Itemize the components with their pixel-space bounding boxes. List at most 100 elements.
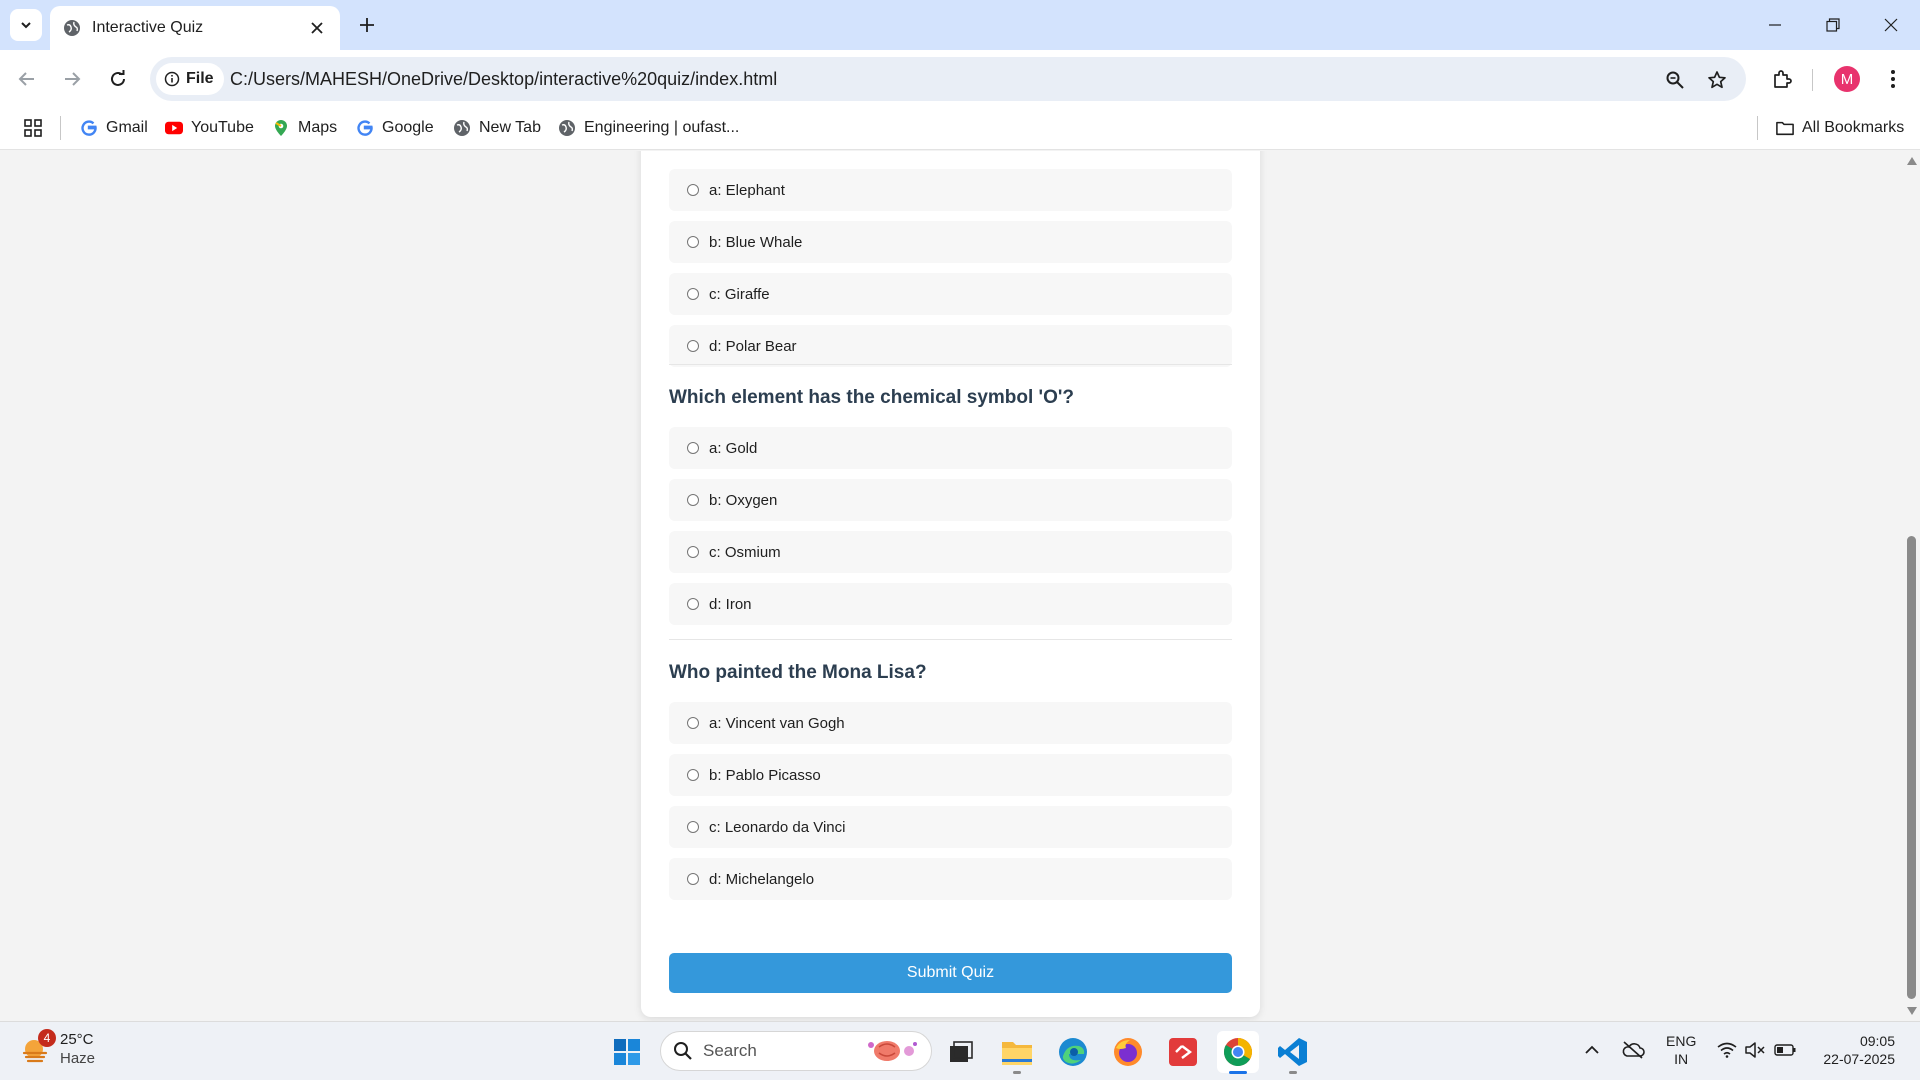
radio-button[interactable] [687, 769, 699, 781]
answer-option[interactable]: c: Osmium [669, 531, 1232, 573]
extensions-button[interactable] [1765, 62, 1799, 96]
taskbar-app-chrome[interactable] [1217, 1031, 1259, 1074]
reload-button[interactable] [101, 62, 135, 96]
page-scrollbar[interactable] [1903, 151, 1920, 1021]
answer-option[interactable]: d: Polar Bear [669, 325, 1232, 367]
url-text[interactable]: C:/Users/MAHESH/OneDrive/Desktop/interac… [230, 57, 777, 101]
taskbar-search[interactable]: Search [660, 1031, 932, 1071]
weather-widget[interactable]: 4 25°C Haze [20, 1029, 96, 1068]
weather-temperature: 25°C [60, 1031, 94, 1048]
close-tab-icon[interactable] [306, 17, 328, 39]
radio-button[interactable] [687, 340, 699, 352]
volume-muted-icon [1745, 1042, 1765, 1058]
start-button[interactable] [610, 1035, 644, 1069]
radio-button[interactable] [687, 184, 699, 196]
zoom-button[interactable] [1660, 65, 1690, 95]
search-highlight-icon [868, 1041, 917, 1061]
taskbar-app-file-explorer[interactable] [996, 1031, 1038, 1074]
radio-button[interactable] [687, 598, 699, 610]
bookmarks-divider [1757, 116, 1758, 140]
system-clock[interactable]: 09:05 22-07-2025 [1815, 1032, 1895, 1068]
option-label: c: Giraffe [709, 285, 770, 303]
bookmark-maps[interactable]: Maps [272, 113, 337, 143]
arrow-left-icon [18, 72, 34, 86]
bookmark-google[interactable]: Google [356, 113, 434, 143]
language-indicator[interactable]: ENG IN [1666, 1032, 1696, 1068]
wifi-status[interactable] [1716, 1039, 1738, 1061]
question-divider [669, 364, 1232, 365]
kebab-menu-icon [1891, 70, 1895, 88]
radio-button[interactable] [687, 821, 699, 833]
forward-button[interactable] [55, 62, 89, 96]
taskbar-app-edge[interactable] [1052, 1031, 1094, 1073]
restore-button[interactable] [1804, 0, 1862, 50]
bookmark-star-button[interactable] [1702, 65, 1732, 95]
site-info-chip[interactable]: File [156, 63, 224, 95]
bookmark-new-tab[interactable]: New Tab [453, 113, 541, 143]
tab-search-button[interactable] [10, 9, 42, 41]
radio-button[interactable] [687, 717, 699, 729]
question-text: Who painted the Mona Lisa? [669, 662, 927, 683]
wifi-icon [1717, 1042, 1737, 1058]
answer-option[interactable]: a: Elephant [669, 169, 1232, 211]
apps-button[interactable] [20, 115, 46, 141]
bookmark-gmail[interactable]: Gmail [80, 113, 148, 143]
battery-status[interactable] [1773, 1039, 1797, 1061]
taskbar-app-firefox[interactable] [1107, 1031, 1149, 1073]
new-tab-button[interactable] [352, 10, 382, 40]
language-region: IN [1674, 1051, 1689, 1067]
scroll-down-arrow-icon[interactable] [1907, 1007, 1917, 1015]
radio-button[interactable] [687, 494, 699, 506]
profile-avatar[interactable]: M [1834, 66, 1860, 92]
submit-quiz-button[interactable]: Submit Quiz [669, 953, 1232, 993]
all-bookmarks-button[interactable]: All Bookmarks [1776, 113, 1904, 143]
option-label: d: Michelangelo [709, 870, 815, 888]
answer-option[interactable]: c: Giraffe [669, 273, 1232, 315]
plus-icon [360, 18, 374, 32]
answer-option[interactable]: a: Vincent van Gogh [669, 702, 1232, 744]
taskbar-app-vscode[interactable] [1272, 1031, 1314, 1074]
address-bar[interactable]: File C:/Users/MAHESH/OneDrive/Desktop/in… [150, 57, 1746, 101]
bookmark-youtube[interactable]: YouTube [165, 113, 254, 143]
scroll-up-arrow-icon[interactable] [1907, 157, 1917, 165]
back-button[interactable] [10, 62, 44, 96]
answer-option[interactable]: b: Oxygen [669, 479, 1232, 521]
browser-tab[interactable]: Interactive Quiz [50, 6, 340, 50]
bookmark-label: New Tab [479, 119, 541, 136]
minimize-button[interactable] [1746, 0, 1804, 50]
answer-option[interactable]: b: Blue Whale [669, 221, 1232, 263]
reload-icon [111, 70, 125, 86]
tab-strip: Interactive Quiz [0, 0, 1920, 50]
answer-option[interactable]: a: Gold [669, 427, 1232, 469]
arrow-right-icon [65, 72, 81, 86]
google-icon [80, 119, 98, 137]
answer-option[interactable]: d: Michelangelo [669, 858, 1232, 900]
close-window-button[interactable] [1862, 0, 1920, 50]
weather-condition: Haze [60, 1050, 96, 1067]
radio-button[interactable] [687, 288, 699, 300]
minimize-icon [1769, 24, 1781, 26]
radio-button[interactable] [687, 873, 699, 885]
bookmarks-divider [60, 116, 61, 140]
cloud-offline-icon [1622, 1041, 1645, 1059]
bookmark-engineering[interactable]: Engineering | oufast... [558, 113, 739, 143]
tray-overflow-button[interactable] [1582, 1040, 1602, 1060]
scrollbar-thumb[interactable] [1907, 536, 1916, 999]
menu-button[interactable] [1876, 62, 1910, 96]
answer-option[interactable]: c: Leonardo da Vinci [669, 806, 1232, 848]
vscode-icon [1278, 1038, 1307, 1066]
volume-status[interactable] [1744, 1039, 1766, 1061]
windows-logo-icon [614, 1039, 640, 1065]
onedrive-status[interactable] [1620, 1038, 1646, 1062]
taskbar-app-git[interactable] [1162, 1031, 1204, 1073]
radio-button[interactable] [687, 442, 699, 454]
answer-option[interactable]: d: Iron [669, 583, 1232, 625]
taskbar-app-taskview[interactable] [940, 1031, 982, 1073]
option-label: a: Gold [709, 439, 758, 457]
youtube-icon [165, 119, 183, 137]
radio-button[interactable] [687, 236, 699, 248]
bookmark-label: Google [382, 119, 434, 136]
answer-option[interactable]: b: Pablo Picasso [669, 754, 1232, 796]
bookmark-label: YouTube [191, 119, 254, 136]
radio-button[interactable] [687, 546, 699, 558]
